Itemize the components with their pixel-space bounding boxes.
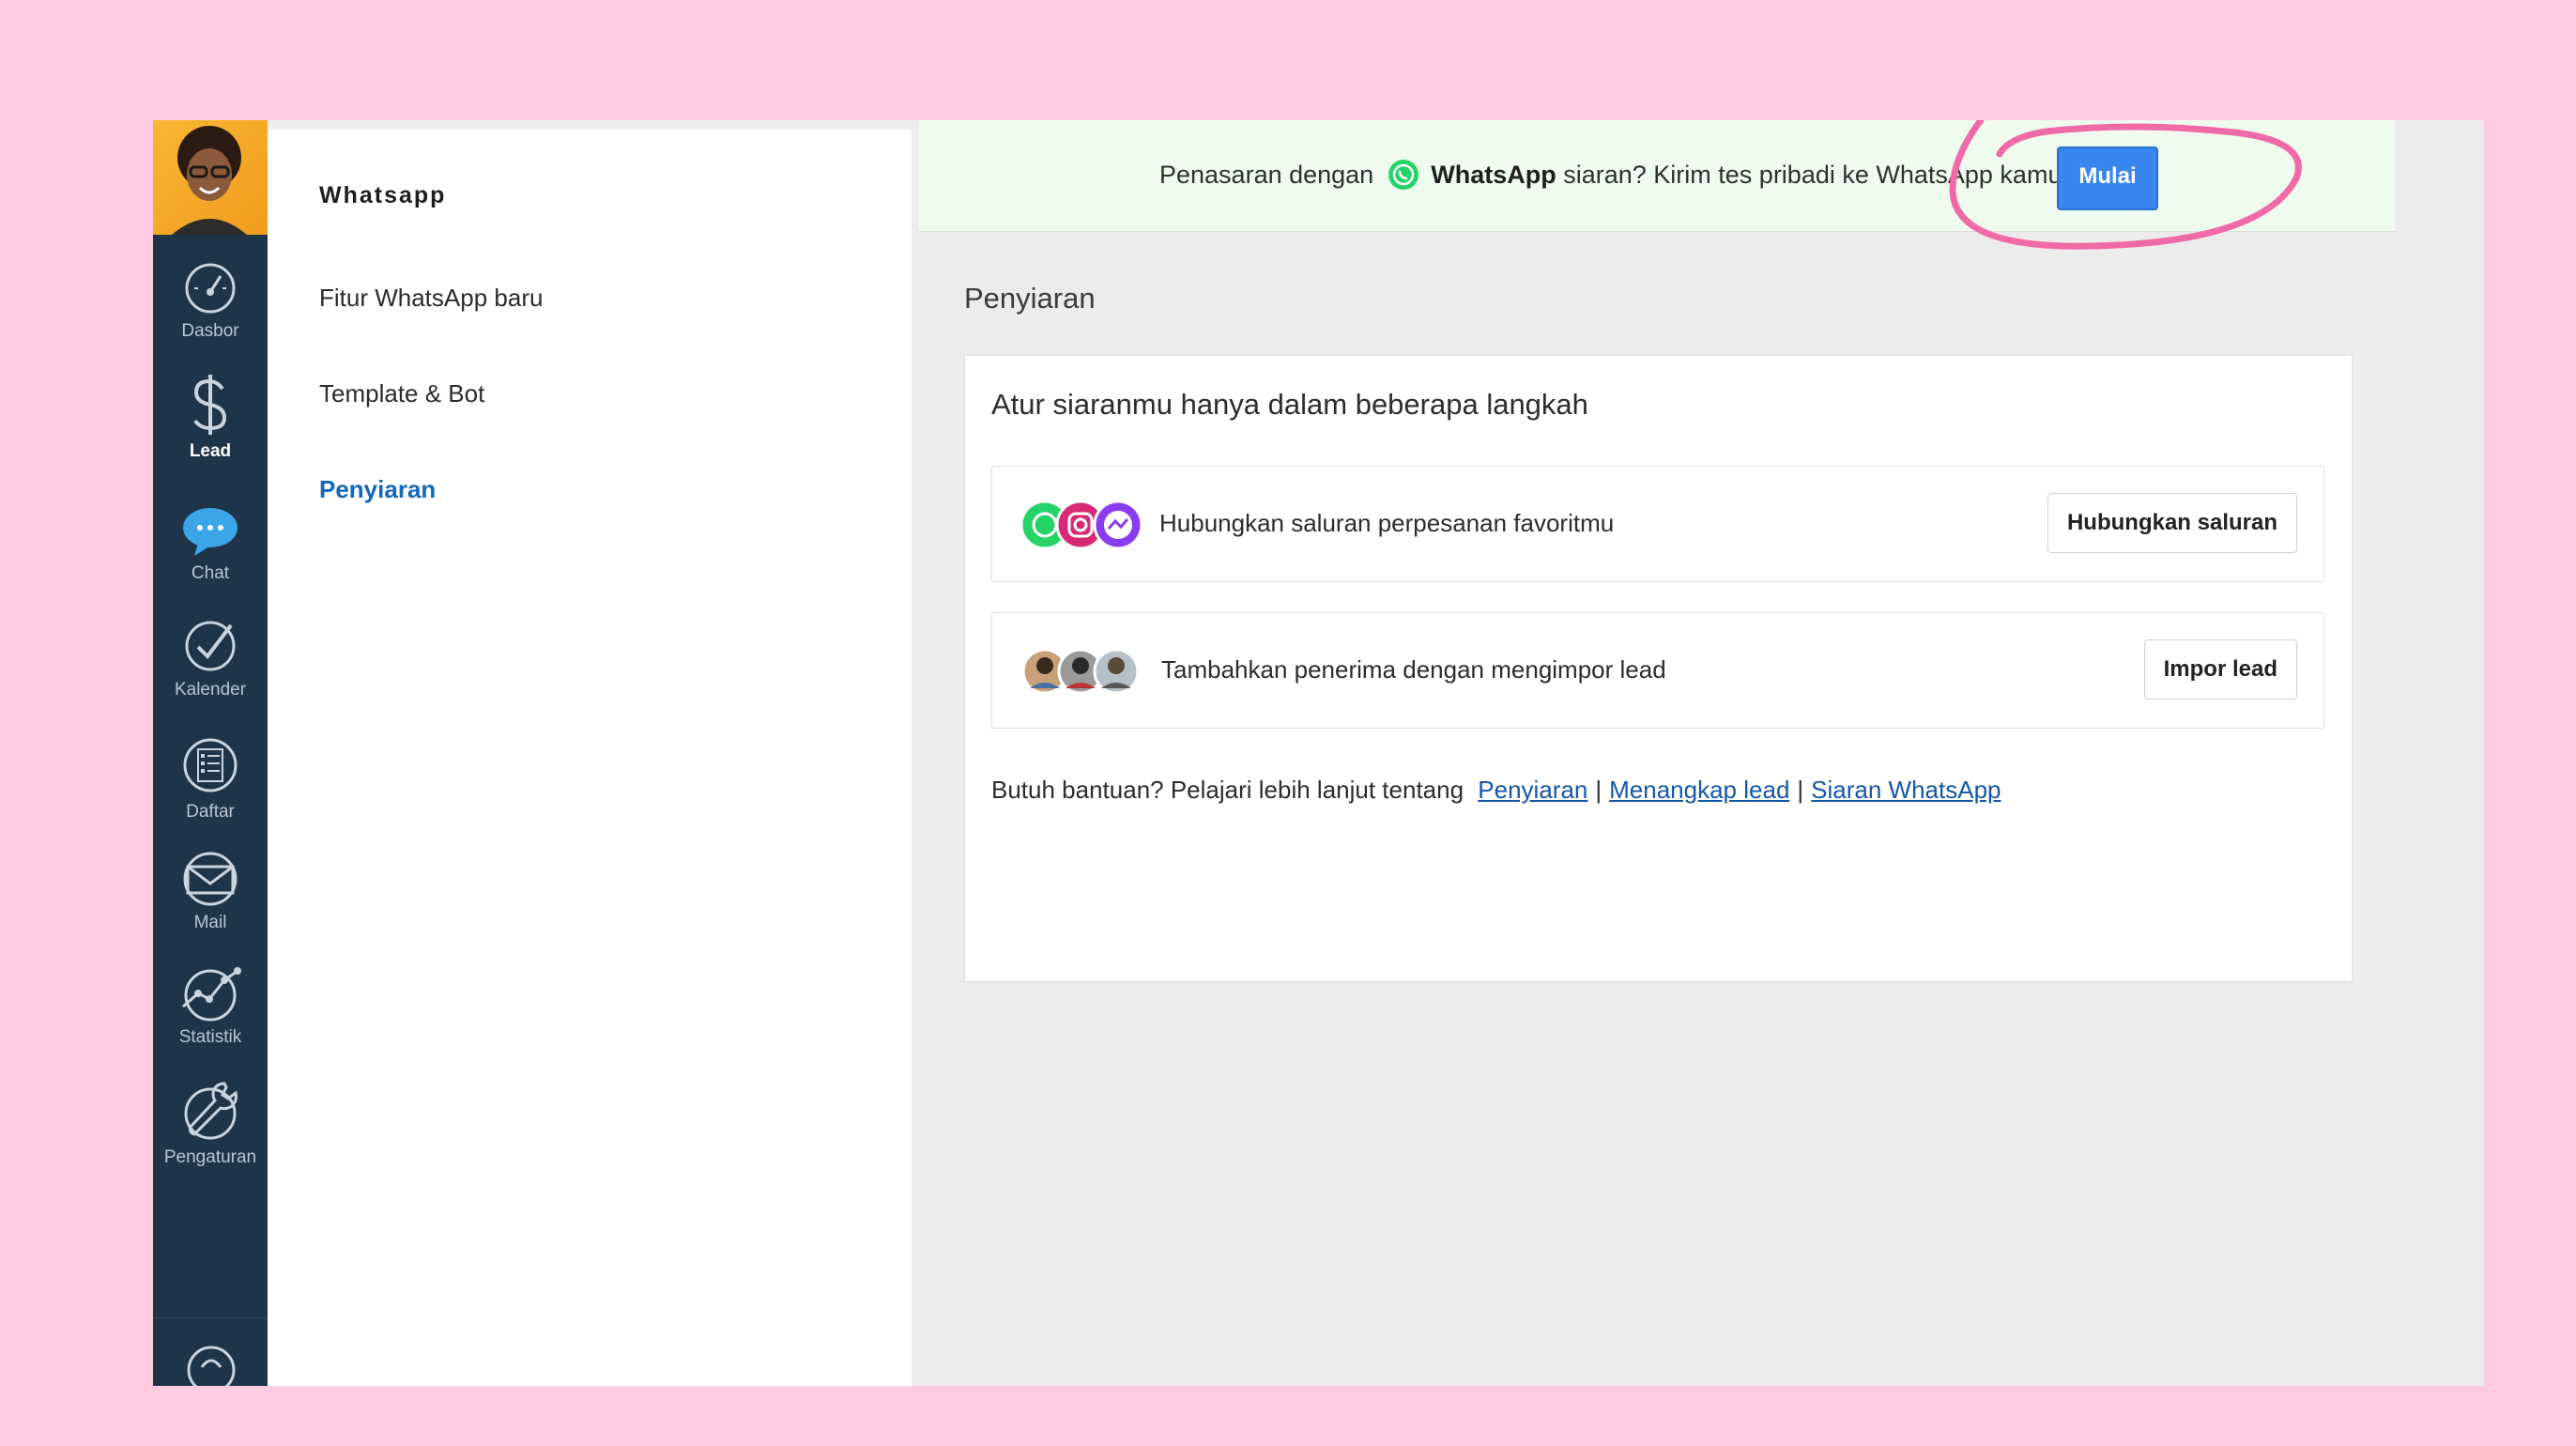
separator: | xyxy=(1797,776,1804,804)
nav-label: Chat xyxy=(191,563,230,583)
nav-kalender[interactable]: Kalender xyxy=(153,618,268,700)
section-sidebar: Whatsapp Fitur WhatsApp baru Template & … xyxy=(268,130,912,1386)
main-content: Penasaran dengan WhatsApp siaran? Kirim … xyxy=(919,120,2484,1386)
whatsapp-icon xyxy=(1388,160,1418,190)
banner-suffix: siaran? Kirim tes pribadi ke WhatsApp ka… xyxy=(1563,161,2069,189)
rail-footer xyxy=(153,1317,268,1386)
banner-prefix: Penasaran dengan xyxy=(1159,161,1374,189)
nav-chat[interactable]: Chat xyxy=(153,505,268,584)
list-icon xyxy=(183,738,238,792)
nav-pengaturan[interactable]: Pengaturan xyxy=(153,1080,268,1168)
card-title: Atur siaranmu hanya dalam beberapa langk… xyxy=(991,388,1588,421)
link-whatsapp-broadcast[interactable]: Siaran WhatsApp xyxy=(1811,776,2001,804)
help-icon[interactable] xyxy=(186,1345,237,1386)
setup-card: Atur siaranmu hanya dalam beberapa langk… xyxy=(964,355,2353,982)
chat-bubble-icon xyxy=(183,508,238,556)
step-text: Hubungkan saluran perpesanan favoritmu xyxy=(1159,509,1615,537)
nav-mail[interactable]: Mail xyxy=(153,851,268,933)
connect-channel-button[interactable]: Hubungkan saluran xyxy=(2047,493,2297,553)
speedometer-icon xyxy=(185,263,236,314)
step-text: Tambahkan penerima dengan mengimpor lead xyxy=(1161,655,1666,684)
nav-statistik[interactable]: Statistik xyxy=(153,965,268,1048)
subnav-item-broadcast[interactable]: Penyiaran xyxy=(319,475,436,504)
link-broadcast[interactable]: Penyiaran xyxy=(1478,776,1587,804)
nav-label: Statistik xyxy=(178,1027,242,1047)
help-prefix: Butuh bantuan? Pelajari lebih lanjut ten… xyxy=(991,776,1464,804)
banner-message: Penasaran dengan WhatsApp siaran? Kirim … xyxy=(1159,160,2069,190)
nav-daftar[interactable]: Daftar xyxy=(153,731,268,823)
step-connect-channel: Hubungkan saluran perpesanan favoritmu H… xyxy=(991,466,2324,582)
chart-icon xyxy=(182,967,241,1022)
nav-label: Daftar xyxy=(186,802,235,822)
app-window: Dasbor Lead Chat Kalender Daftar Mail St… xyxy=(153,120,2484,1386)
check-circle-icon xyxy=(185,621,236,671)
main-nav-rail: Dasbor Lead Chat Kalender Daftar Mail St… xyxy=(153,120,268,1386)
channel-icons xyxy=(1019,499,1150,551)
page-title: Penyiaran xyxy=(964,282,1096,315)
link-capture-lead[interactable]: Menangkap lead xyxy=(1609,776,1789,804)
separator: | xyxy=(1595,776,1602,804)
nav-label: Mail xyxy=(193,913,227,932)
wrench-icon xyxy=(184,1082,238,1140)
user-avatar[interactable] xyxy=(153,120,268,235)
step-import-leads: Tambahkan penerima dengan mengimpor lead… xyxy=(991,612,2324,729)
dollar-icon xyxy=(193,375,227,435)
promo-banner: Penasaran dengan WhatsApp siaran? Kirim … xyxy=(919,120,2395,232)
help-text: Butuh bantuan? Pelajari lebih lanjut ten… xyxy=(991,776,2001,805)
import-leads-button[interactable]: Impor lead xyxy=(2143,639,2297,700)
subnav-item-new-features[interactable]: Fitur WhatsApp baru xyxy=(319,284,543,313)
banner-brand: WhatsApp xyxy=(1431,161,1556,189)
mail-icon xyxy=(183,852,238,906)
nav-label: Lead xyxy=(189,441,232,461)
nav-lead[interactable]: Lead xyxy=(153,374,268,462)
start-button[interactable]: Mulai xyxy=(2057,146,2158,210)
nav-dasbor[interactable]: Dasbor xyxy=(153,261,268,342)
nav-label: Pengaturan xyxy=(163,1147,257,1167)
nav-label: Kalender xyxy=(174,680,247,700)
lead-avatars xyxy=(1019,645,1150,698)
subnav-item-templates-bots[interactable]: Template & Bot xyxy=(319,379,484,408)
nav-label: Dasbor xyxy=(181,321,239,341)
section-title: Whatsapp xyxy=(319,182,447,208)
